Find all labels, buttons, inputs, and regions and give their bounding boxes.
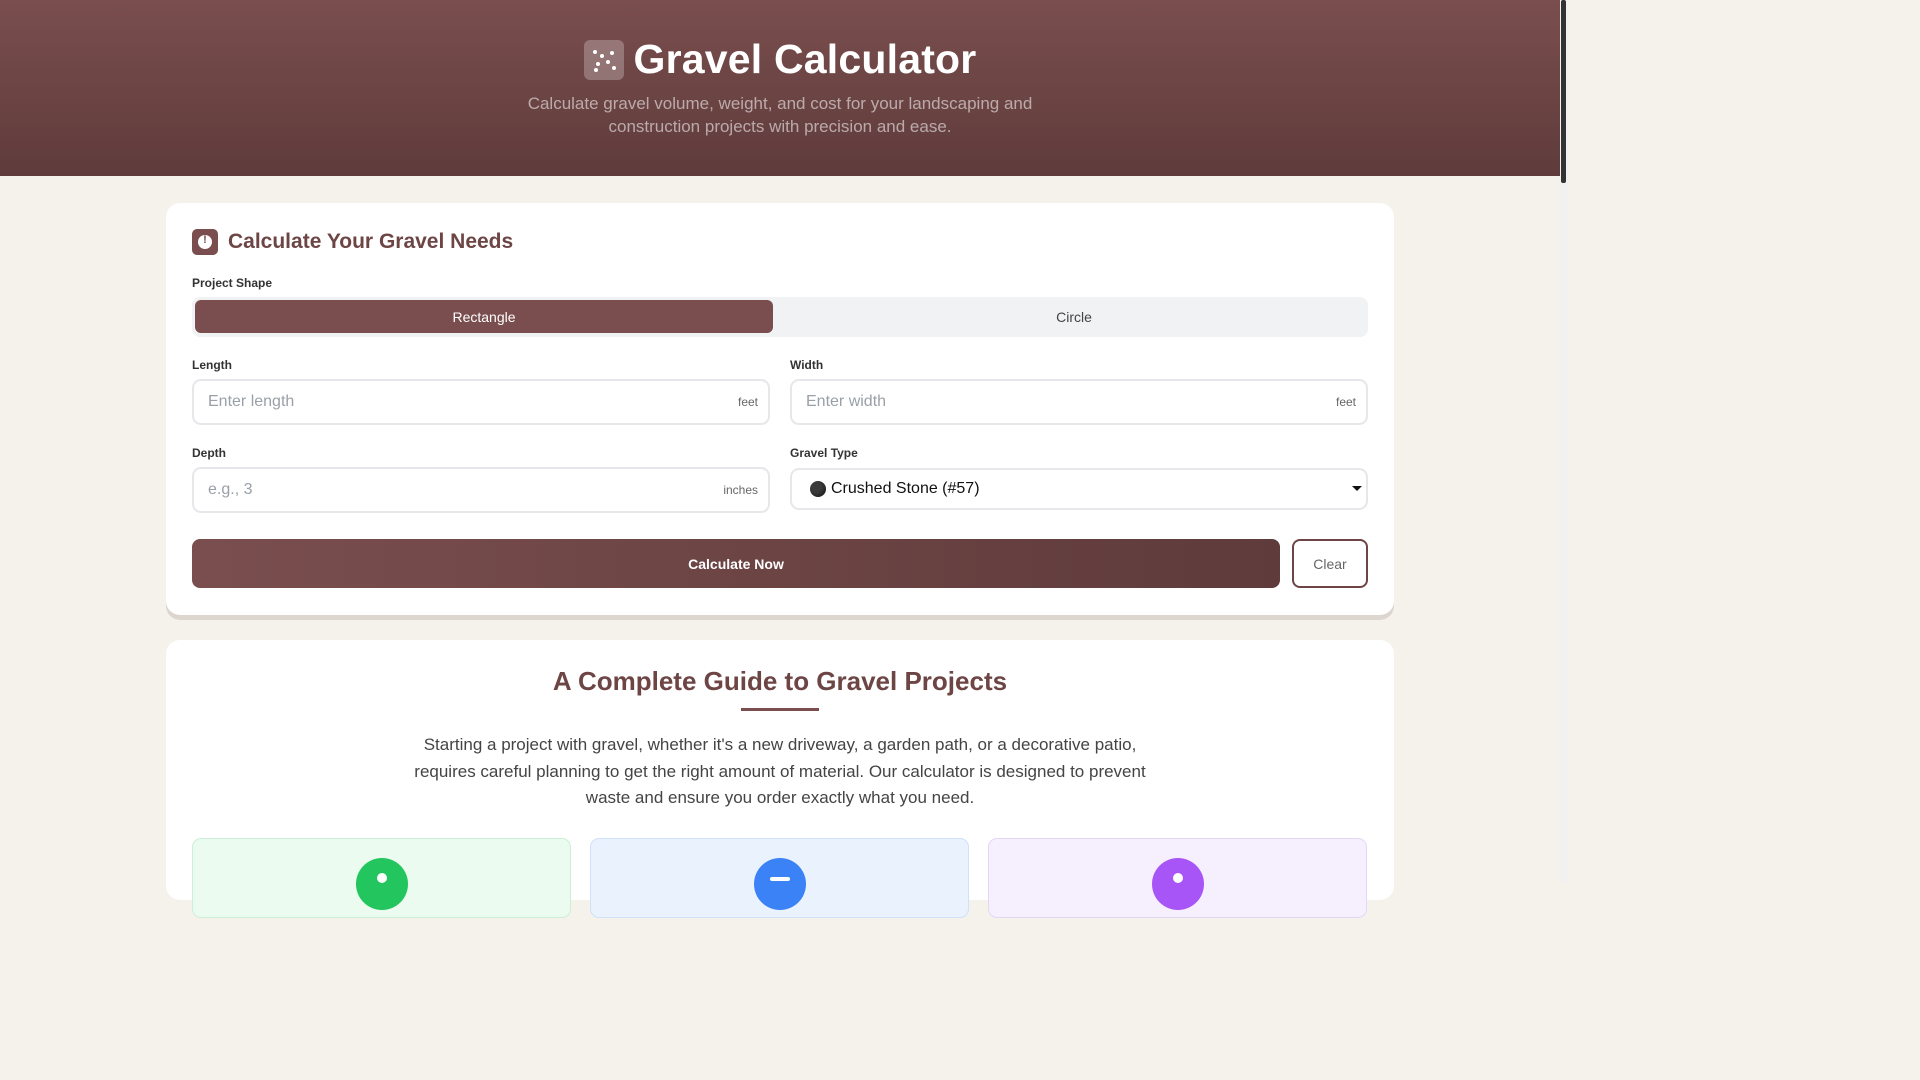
gravel-type-select[interactable]: Crushed Stone (#57) bbox=[790, 468, 1368, 510]
width-label: Width bbox=[790, 358, 824, 372]
chevron-down-icon bbox=[1352, 486, 1362, 491]
depth-field: inches bbox=[192, 467, 770, 513]
feature-card-blue bbox=[590, 838, 969, 918]
guide-section: A Complete Guide to Gravel Projects Star… bbox=[166, 640, 1394, 918]
width-input[interactable] bbox=[806, 381, 1286, 423]
feature-green-icon bbox=[356, 858, 408, 910]
gravel-type-label: Gravel Type bbox=[790, 446, 858, 460]
feature-purple-icon bbox=[1152, 858, 1204, 910]
shape-circle-button[interactable]: Circle bbox=[782, 300, 1366, 333]
width-unit: feet bbox=[1335, 395, 1356, 409]
feature-blue-icon bbox=[754, 858, 806, 910]
clear-button[interactable]: Clear bbox=[1292, 539, 1368, 588]
length-field: feet bbox=[192, 379, 770, 425]
depth-input[interactable] bbox=[208, 469, 688, 511]
feature-card-purple bbox=[988, 838, 1367, 918]
project-shape-label: Project Shape bbox=[192, 276, 273, 290]
calculator-card: Calculate Your Gravel Needs Project Shap… bbox=[166, 203, 1394, 615]
guide-intro: Starting a project with gravel, whether … bbox=[414, 735, 1146, 807]
title-row: Gravel Calculator bbox=[0, 36, 1560, 83]
depth-unit: inches bbox=[723, 483, 758, 497]
calculator-heading: Calculate Your Gravel Needs bbox=[192, 229, 513, 255]
length-input[interactable] bbox=[208, 381, 688, 423]
page-title: Gravel Calculator bbox=[633, 36, 977, 82]
page-header: Gravel Calculator Calculate gravel volum… bbox=[0, 0, 1560, 176]
gravel-type-value: Crushed Stone (#57) bbox=[831, 480, 980, 497]
length-unit: feet bbox=[737, 395, 758, 409]
stone-icon bbox=[810, 481, 826, 497]
gravel-logo-icon bbox=[583, 39, 624, 80]
scrollbar-thumb[interactable] bbox=[1561, 0, 1566, 183]
guide-divider bbox=[741, 708, 819, 711]
shape-toggle: Rectangle Circle bbox=[192, 297, 1368, 337]
guide-title: A Complete Guide to Gravel Projects bbox=[552, 666, 1008, 696]
width-field: feet bbox=[790, 379, 1368, 425]
calculate-button[interactable]: Calculate Now bbox=[192, 539, 1280, 588]
calculator-title: Calculate Your Gravel Needs bbox=[228, 230, 514, 253]
page-subtitle: Calculate gravel volume, weight, and cos… bbox=[527, 94, 1033, 136]
length-label: Length bbox=[192, 358, 232, 372]
page-scrollbar[interactable] bbox=[1560, 0, 1568, 882]
depth-label: Depth bbox=[192, 446, 226, 460]
feature-card-green bbox=[192, 838, 571, 918]
alert-icon bbox=[192, 229, 218, 255]
shape-rectangle-button[interactable]: Rectangle bbox=[195, 300, 773, 333]
